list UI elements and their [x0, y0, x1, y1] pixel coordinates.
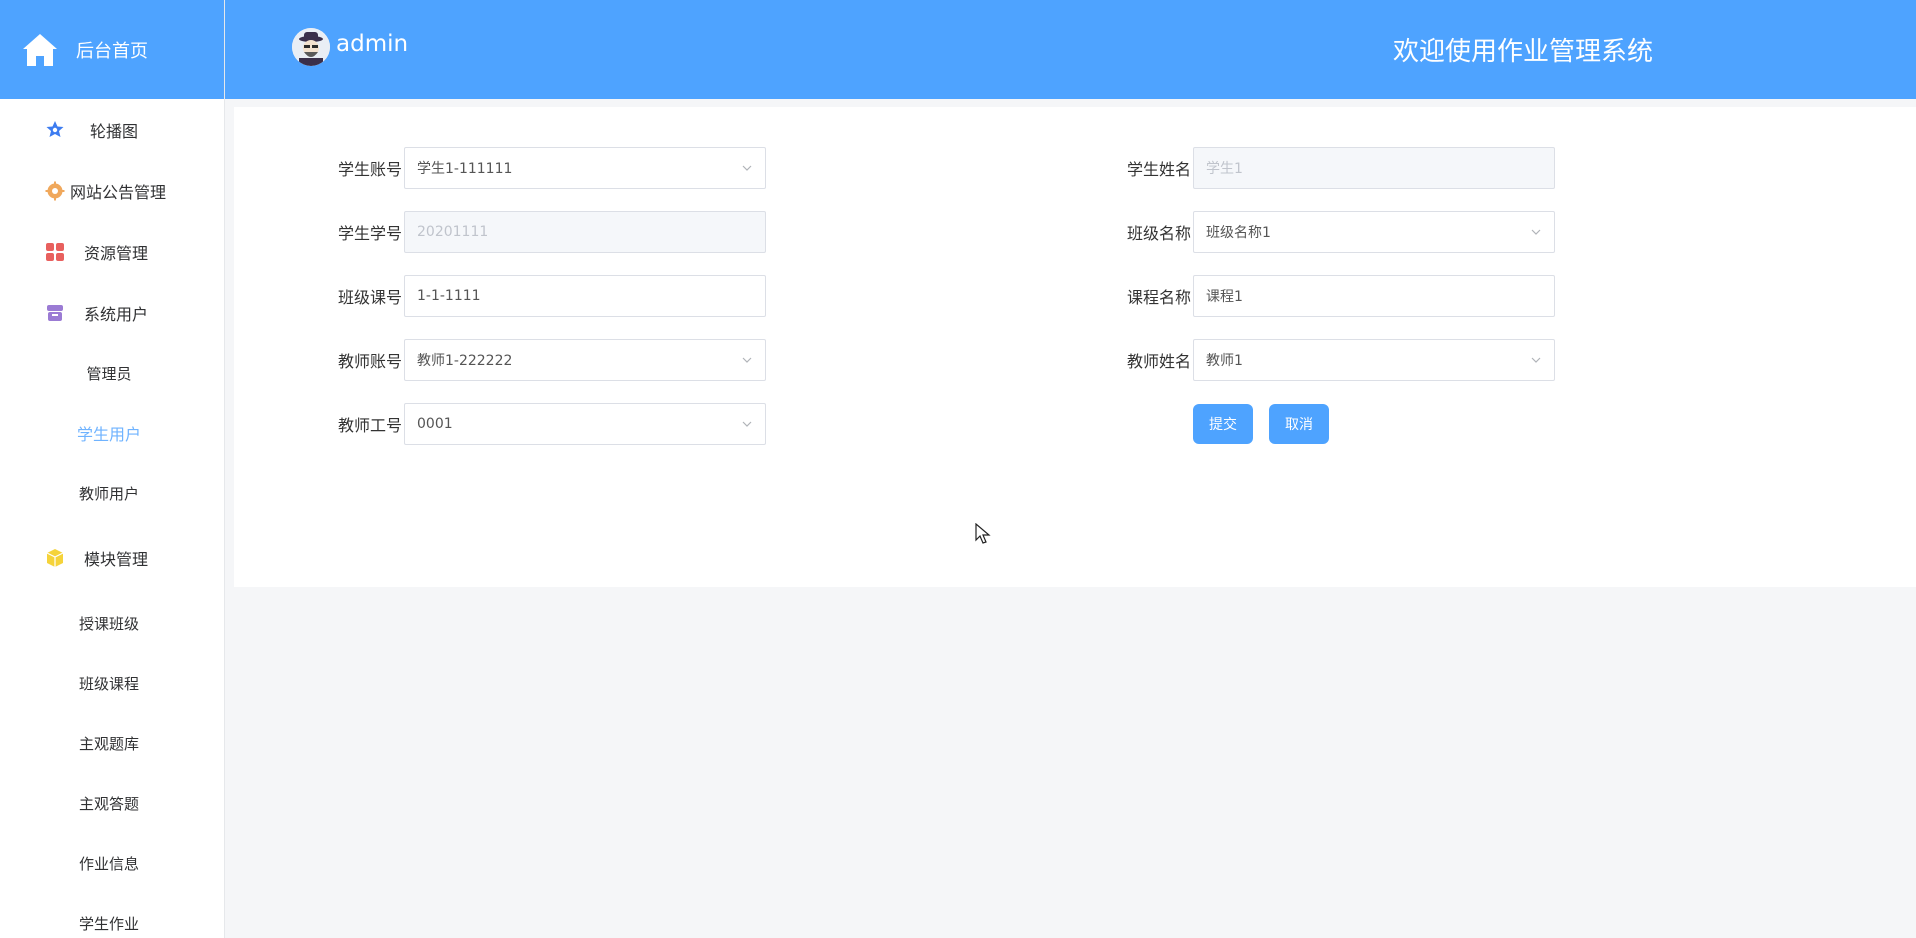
grid-icon — [44, 241, 66, 263]
student-number-value: 20201111 — [417, 224, 489, 240]
sidebar-item-modules[interactable]: 模块管理 — [0, 523, 224, 593]
home-icon — [20, 30, 60, 70]
sidebar-subitem-student-users[interactable]: 学生用户 — [0, 403, 224, 463]
student-account-select[interactable]: 学生1-111111 — [404, 147, 766, 189]
sidebar-subitem-subjective-answer[interactable]: 主观答题 — [0, 773, 224, 833]
label-student-name: 学生姓名： — [1126, 160, 1207, 179]
sidebar-item-label: 模块管理 — [84, 550, 149, 569]
sidebar-item-label: 资源管理 — [84, 243, 149, 263]
sidebar: 后台首页 轮播图 网站公告管理 资源管理 系统用户 管理员 学生用户 教师用户 … — [0, 0, 225, 938]
form-card: 学生账号： 学生1-111111 学生姓名： 学生1 学生学号： 2020111… — [234, 107, 1916, 587]
chevron-down-icon — [1531, 229, 1541, 235]
chevron-down-icon — [742, 421, 752, 427]
label-course-name: 课程名称： — [1126, 288, 1207, 307]
student-name-value: 学生1 — [1206, 161, 1243, 177]
student-account-value: 学生1-111111 — [417, 161, 513, 177]
archive-icon — [44, 302, 66, 324]
label-student-account: 学生账号： — [337, 160, 418, 179]
top-header: admin 欢迎使用作业管理系统 — [225, 0, 1916, 99]
user-name[interactable]: admin — [336, 31, 408, 57]
course-name-input[interactable]: 课程1 — [1193, 275, 1555, 317]
cancel-button[interactable]: 取消 — [1269, 404, 1329, 444]
system-title: 欢迎使用作业管理系统 — [1393, 37, 1654, 67]
class-course-no-value: 1-1-1111 — [417, 288, 481, 304]
teacher-account-select[interactable]: 教师1-222222 — [404, 339, 766, 381]
label-teacher-id: 教师工号： — [337, 416, 418, 435]
mouse-cursor-icon — [975, 523, 991, 544]
sidebar-subitem-homework-info[interactable]: 作业信息 — [0, 833, 224, 893]
sidebar-item-label: 系统用户 — [84, 304, 149, 324]
submit-button[interactable]: 提交 — [1193, 404, 1253, 444]
chevron-down-icon — [1531, 357, 1541, 363]
label-teacher-account: 教师账号： — [337, 352, 418, 371]
sidebar-item-resource[interactable]: 资源管理 — [0, 221, 224, 282]
sidebar-subitem-class-course[interactable]: 班级课程 — [0, 653, 224, 713]
course-name-value: 课程1 — [1206, 289, 1243, 305]
student-name-field: 学生1 — [1193, 147, 1555, 189]
sidebar-subitem-teaching-class[interactable]: 授课班级 — [0, 593, 224, 653]
avatar[interactable] — [292, 28, 330, 66]
sidebar-subitem-admin[interactable]: 管理员 — [0, 343, 224, 403]
class-name-value: 班级名称1 — [1206, 225, 1271, 241]
teacher-name-value: 教师1 — [1206, 353, 1243, 369]
sidebar-item-label: 轮播图 — [90, 121, 139, 141]
sidebar-subitem-student-homework[interactable]: 学生作业 — [0, 893, 224, 938]
sidebar-item-notice[interactable]: 网站公告管理 — [0, 160, 224, 221]
label-class-course-no: 班级课号： — [337, 288, 418, 307]
teacher-id-select[interactable]: 0001 — [404, 403, 766, 445]
cube-icon — [44, 547, 66, 569]
sidebar-item-system-users[interactable]: 系统用户 — [0, 282, 224, 343]
label-teacher-name: 教师姓名： — [1126, 352, 1207, 371]
chevron-down-icon — [742, 357, 752, 363]
sidebar-item-label: 网站公告管理 — [70, 182, 167, 202]
sidebar-brand[interactable]: 后台首页 — [0, 0, 224, 99]
gear-icon — [44, 180, 66, 202]
teacher-name-select[interactable]: 教师1 — [1193, 339, 1555, 381]
teacher-id-value: 0001 — [417, 416, 453, 432]
class-name-select[interactable]: 班级名称1 — [1193, 211, 1555, 253]
student-number-field: 20201111 — [404, 211, 766, 253]
label-class-name: 班级名称： — [1126, 224, 1207, 243]
brand-label: 后台首页 — [76, 40, 148, 62]
sidebar-subitem-subjective-bank[interactable]: 主观题库 — [0, 713, 224, 773]
sidebar-item-carousel[interactable]: 轮播图 — [0, 99, 224, 160]
star-badge-icon — [44, 119, 66, 141]
chevron-down-icon — [742, 165, 752, 171]
teacher-account-value: 教师1-222222 — [417, 353, 513, 369]
label-student-number: 学生学号： — [337, 224, 418, 243]
class-course-no-input[interactable]: 1-1-1111 — [404, 275, 766, 317]
sidebar-subitem-teacher-users[interactable]: 教师用户 — [0, 463, 224, 523]
